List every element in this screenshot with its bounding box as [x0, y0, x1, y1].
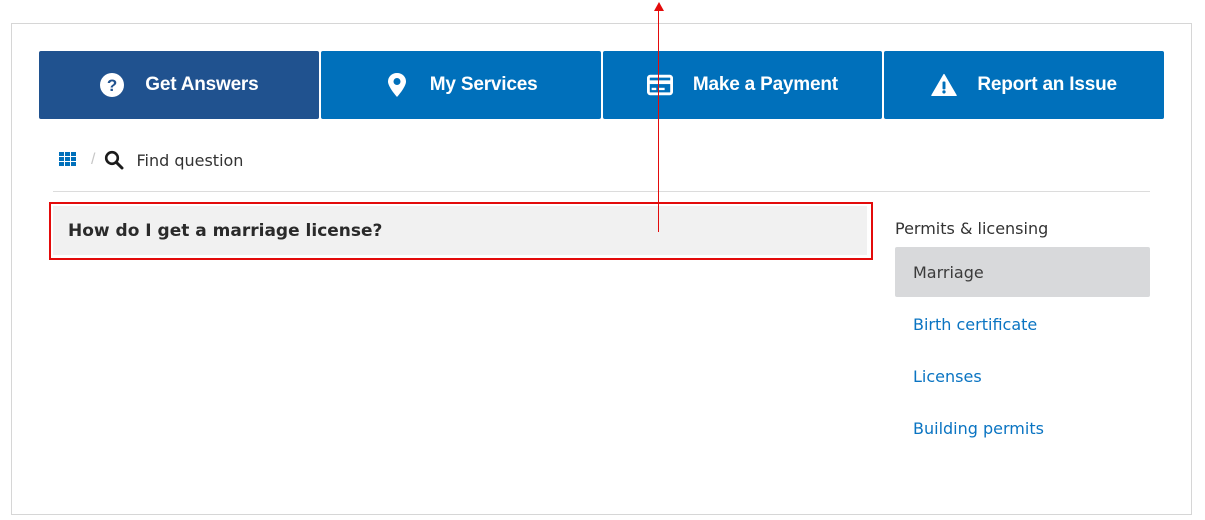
question-input[interactable]: How do I get a marriage license?	[53, 206, 867, 255]
credit-card-icon	[646, 72, 673, 98]
annotation-arrow-head-icon	[654, 2, 664, 11]
sidebar-item-building-permits[interactable]: Building permits	[895, 403, 1150, 453]
search-icon	[104, 150, 124, 170]
get-answers-button[interactable]: ? Get Answers	[39, 51, 319, 119]
breadcrumb: / Find question	[59, 147, 243, 173]
main-nav: ? Get Answers My Services Make a Payment…	[39, 51, 1164, 119]
my-services-button[interactable]: My Services	[320, 51, 601, 119]
grid-icon[interactable]	[59, 152, 77, 168]
make-payment-label: Make a Payment	[692, 74, 838, 95]
sidebar-item-marriage[interactable]: Marriage	[895, 247, 1150, 297]
warning-triangle-icon	[931, 72, 958, 98]
report-issue-label: Report an Issue	[977, 74, 1117, 95]
breadcrumb-current[interactable]: Find question	[136, 151, 243, 170]
make-payment-button[interactable]: Make a Payment	[602, 51, 883, 119]
map-pin-icon	[384, 72, 410, 98]
sidebar-heading: Permits & licensing	[895, 219, 1049, 238]
my-services-label: My Services	[429, 74, 538, 95]
breadcrumb-separator: /	[91, 151, 96, 168]
svg-text:?: ?	[107, 76, 117, 95]
category-sidebar: Permits & licensing Marriage Birth certi…	[895, 215, 1150, 453]
sidebar-item-birth-certificate[interactable]: Birth certificate	[895, 299, 1150, 349]
report-issue-button[interactable]: Report an Issue	[884, 51, 1164, 119]
divider	[53, 191, 1150, 192]
question-circle-icon: ?	[99, 72, 125, 98]
sidebar-item-licenses[interactable]: Licenses	[895, 351, 1150, 401]
get-answers-label: Get Answers	[145, 74, 259, 95]
